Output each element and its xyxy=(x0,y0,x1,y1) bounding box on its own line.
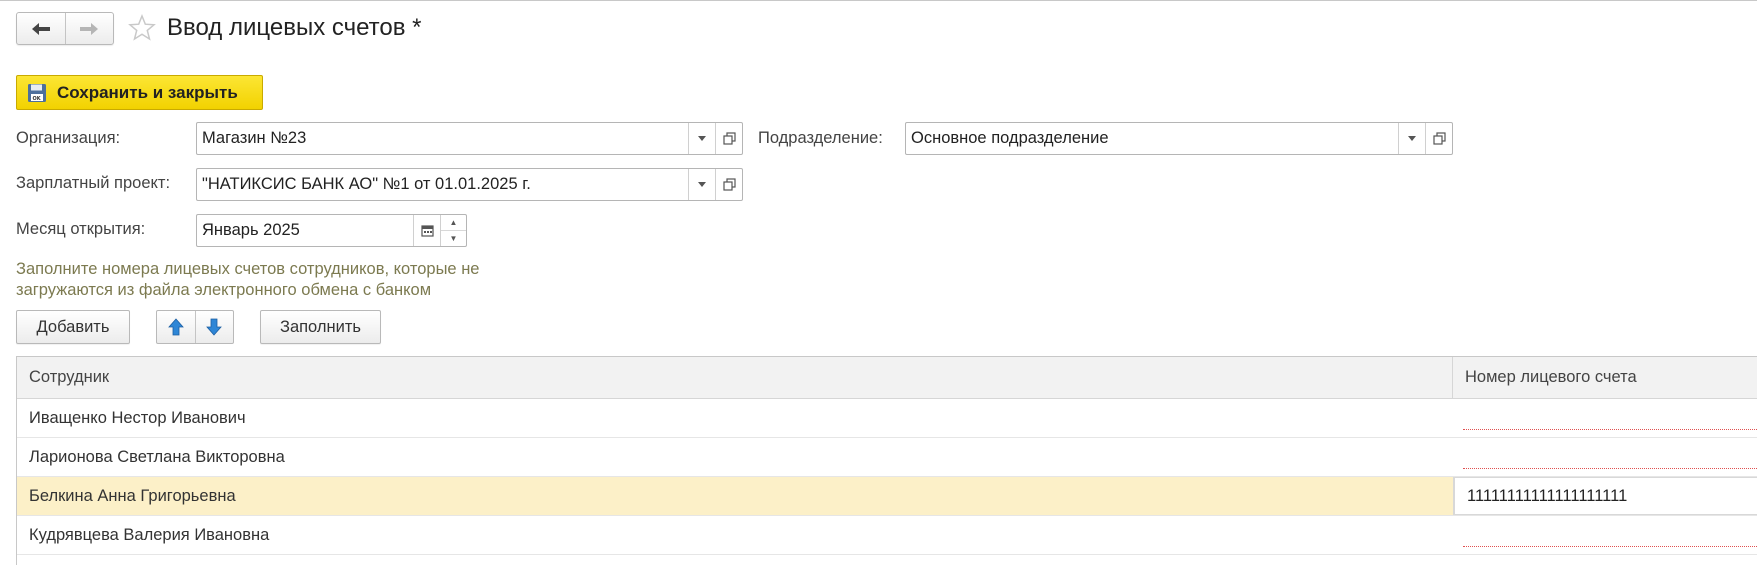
open-window-icon xyxy=(1432,132,1446,145)
open-month-value: Январь 2025 xyxy=(202,221,300,239)
salary-project-open-button[interactable] xyxy=(715,169,742,200)
instruction-hint: Заполните номера лицевых счетов сотрудни… xyxy=(16,260,480,299)
account-cell[interactable] xyxy=(1453,399,1757,437)
svg-text:OK: OK xyxy=(33,96,42,102)
employee-cell[interactable]: Иващенко Нестор Иванович xyxy=(17,399,1453,437)
page-title: Ввод лицевых счетов * xyxy=(167,14,422,41)
save-and-close-button[interactable]: OK Сохранить и закрыть xyxy=(16,75,263,110)
salary-project-label: Зарплатный проект: xyxy=(16,174,171,192)
account-cell[interactable] xyxy=(1453,516,1757,554)
salary-project-dropdown-button[interactable] xyxy=(688,169,715,200)
accounts-table: Сотрудник Номер лицевого счета Иващенко … xyxy=(16,356,1757,565)
calendar-button[interactable] xyxy=(413,215,440,246)
favorite-star-icon[interactable] xyxy=(128,14,156,42)
open-window-icon xyxy=(722,178,736,191)
table-row[interactable]: Ларионова Светлана Викторовна xyxy=(17,438,1757,477)
salary-project-value: "НАТИКСИС БАНК АО" №1 от 01.01.2025 г. xyxy=(202,175,531,193)
chevron-down-icon xyxy=(698,182,706,187)
open-month-field[interactable]: Январь 2025 ▲ ▼ xyxy=(196,214,467,247)
arrow-right-icon xyxy=(80,22,99,35)
organization-dropdown-button[interactable] xyxy=(688,123,715,154)
move-down-button[interactable] xyxy=(194,311,234,343)
open-window-icon xyxy=(722,132,736,145)
top-border xyxy=(0,0,1757,1)
month-spinner[interactable]: ▲ ▼ xyxy=(440,215,466,246)
table-row[interactable]: Иващенко Нестор Иванович xyxy=(17,399,1757,438)
account-cell[interactable] xyxy=(1453,438,1757,476)
department-value: Основное подразделение xyxy=(911,129,1109,147)
employee-cell[interactable]: Ларионова Светлана Викторовна xyxy=(17,438,1453,476)
column-header-account[interactable]: Номер лицевого счета xyxy=(1453,357,1757,398)
back-button[interactable] xyxy=(17,13,65,44)
fill-button[interactable]: Заполнить xyxy=(260,310,381,344)
move-buttons xyxy=(156,310,234,344)
column-header-employee[interactable]: Сотрудник xyxy=(17,357,1453,398)
spin-down-button[interactable]: ▼ xyxy=(441,230,466,246)
account-cell-editing[interactable]: 11111111111111111111 xyxy=(1453,477,1757,515)
open-month-label: Месяц открытия: xyxy=(16,220,146,238)
salary-project-field[interactable]: "НАТИКСИС БАНК АО" №1 от 01.01.2025 г. xyxy=(196,168,743,201)
spin-up-button[interactable]: ▲ xyxy=(441,215,466,230)
organization-value: Магазин №23 xyxy=(202,129,307,147)
move-up-button[interactable] xyxy=(157,311,195,343)
department-field[interactable]: Основное подразделение xyxy=(905,122,1453,155)
department-open-button[interactable] xyxy=(1425,123,1452,154)
arrow-down-icon xyxy=(206,318,223,336)
organization-open-button[interactable] xyxy=(715,123,742,154)
chevron-down-icon xyxy=(698,136,706,141)
arrow-left-icon xyxy=(31,22,50,35)
organization-label: Организация: xyxy=(16,129,121,147)
add-button[interactable]: Добавить xyxy=(16,310,130,344)
table-row-selected[interactable]: Белкина Анна Григорьевна 111111111111111… xyxy=(17,477,1757,516)
table-header: Сотрудник Номер лицевого счета xyxy=(17,357,1757,399)
arrow-up-icon xyxy=(167,318,184,336)
table-row[interactable]: Кудрявцева Валерия Ивановна xyxy=(17,516,1757,555)
nav-buttons xyxy=(16,12,114,45)
save-and-close-label: Сохранить и закрыть xyxy=(57,82,238,102)
department-label: Подразделение: xyxy=(758,129,883,147)
department-dropdown-button[interactable] xyxy=(1398,123,1425,154)
save-icon: OK xyxy=(28,83,46,102)
employee-cell[interactable]: Кудрявцева Валерия Ивановна xyxy=(17,516,1453,554)
organization-field[interactable]: Магазин №23 xyxy=(196,122,743,155)
chevron-down-icon xyxy=(1408,136,1416,141)
forward-button[interactable] xyxy=(64,13,113,44)
calendar-icon xyxy=(420,225,434,237)
employee-cell[interactable]: Белкина Анна Григорьевна xyxy=(17,477,1453,515)
